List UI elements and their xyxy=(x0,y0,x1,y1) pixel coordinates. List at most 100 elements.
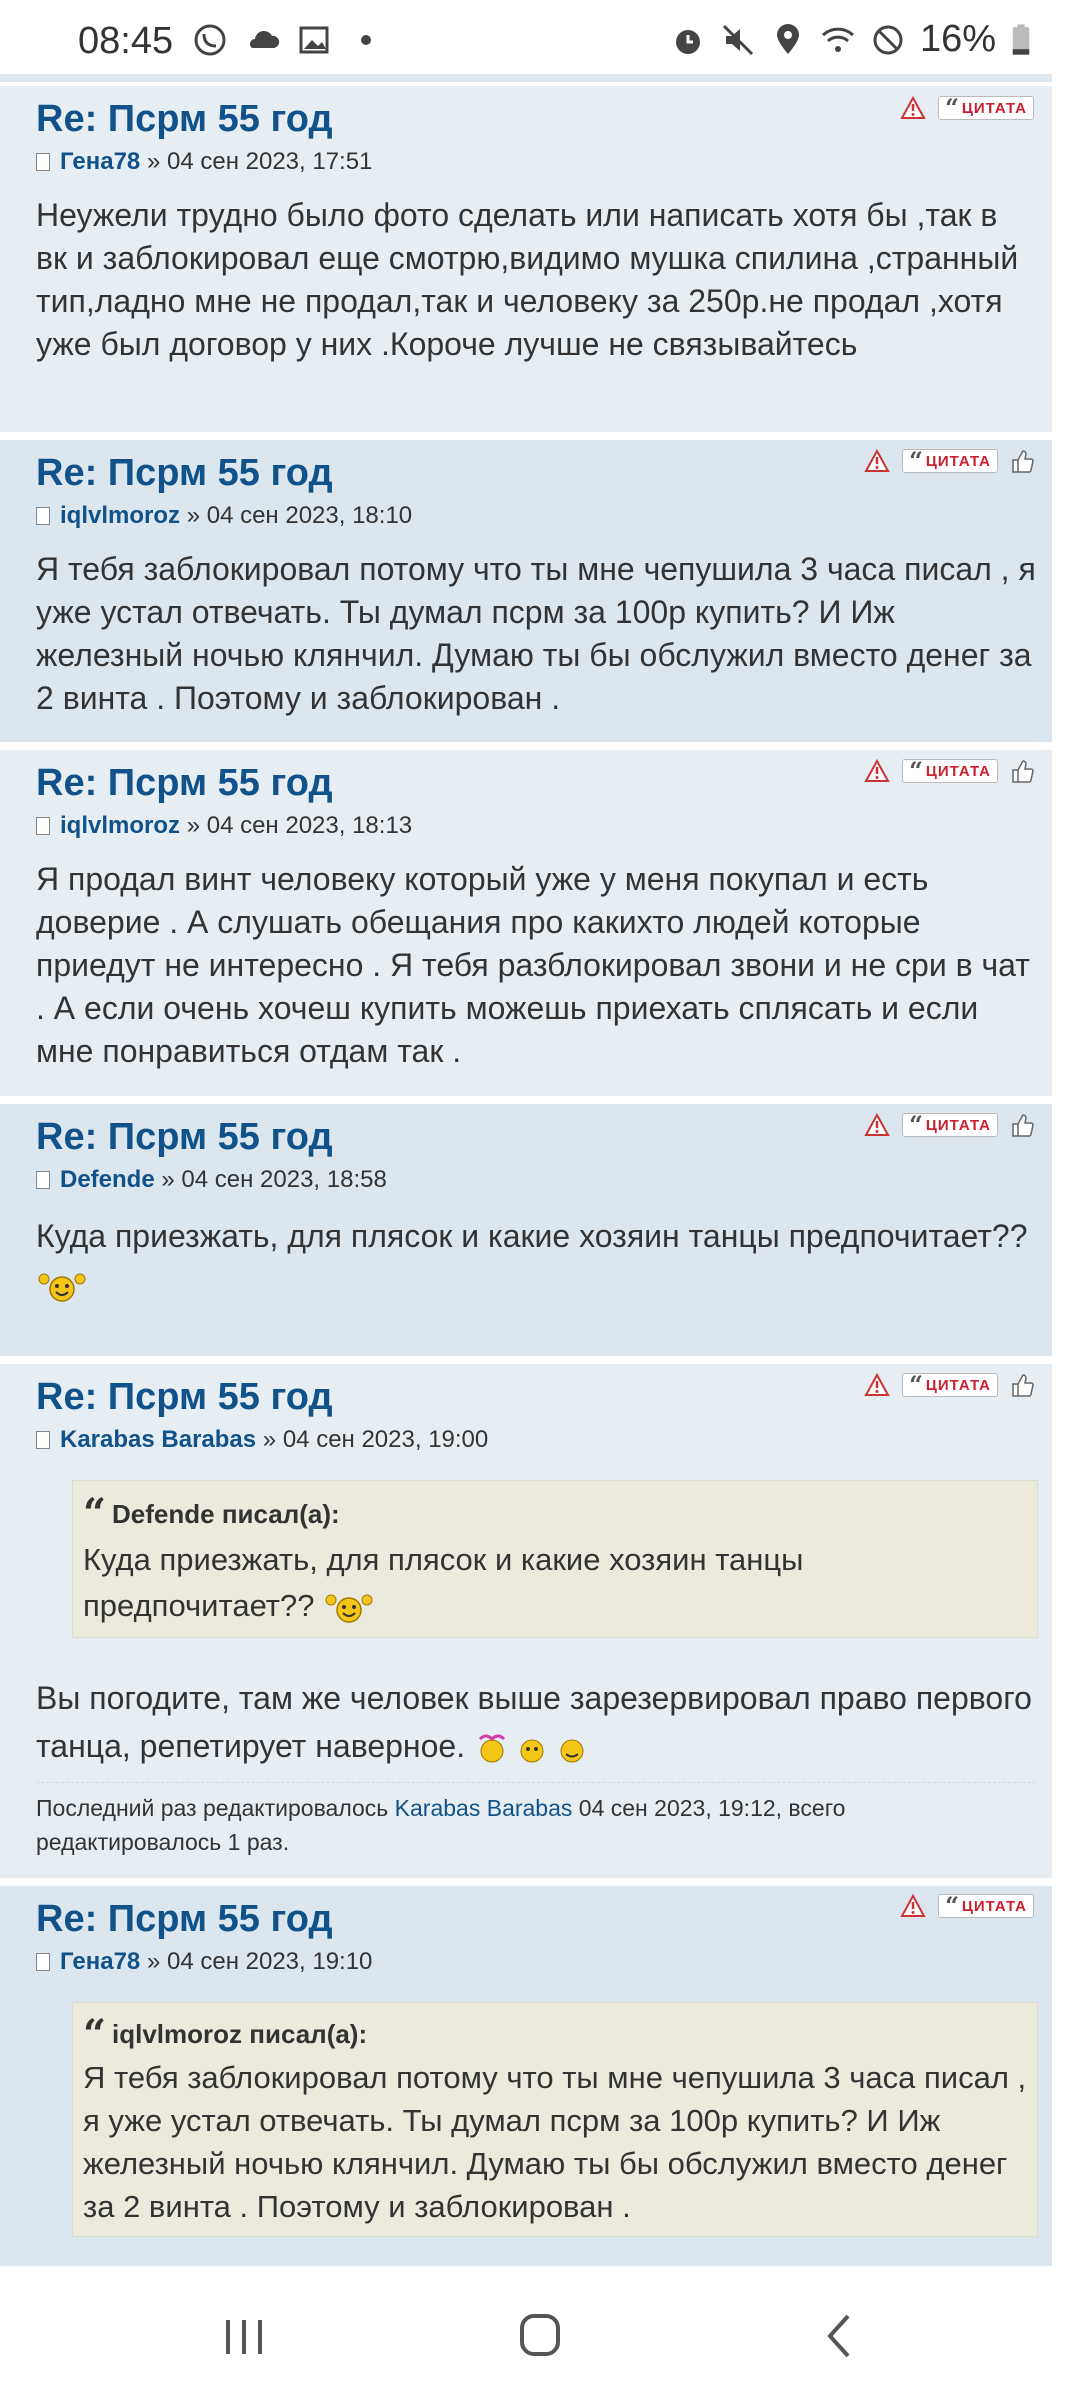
block-icon xyxy=(873,25,903,54)
post-title[interactable]: Re: Псрм 55 год xyxy=(36,762,333,805)
quote-button-label: ЦИТАТА xyxy=(925,452,991,470)
mute-icon xyxy=(722,24,753,55)
post-author[interactable]: Defende xyxy=(60,1166,155,1194)
post: Re: Псрм 55 год “ЦИТАТА Гена78 » 04 сен … xyxy=(0,86,1052,432)
post-title[interactable]: Re: Псрм 55 год xyxy=(36,98,333,141)
meta-separator: » xyxy=(186,812,201,839)
quote-mark-icon: “ xyxy=(909,1370,924,1399)
meta-separator: » xyxy=(146,1948,161,1975)
thumbs-up-icon[interactable] xyxy=(1010,1372,1034,1398)
quote-cite-text: Defende писал(а): xyxy=(112,1499,340,1529)
post: Re: Псрм 55 год “ЦИТАТА iqlvlmoroz » 04 … xyxy=(0,750,1052,1096)
dancing-smiley-icon xyxy=(325,1594,373,1623)
viber-icon xyxy=(194,24,226,56)
post-link-icon[interactable] xyxy=(36,1171,50,1189)
post: Re: Псрм 55 год “ЦИТАТА Гена78 » 04 сен … xyxy=(0,1886,1052,2266)
post-content: Я продал винт человеку который уже у мен… xyxy=(36,861,1030,1069)
thumbs-up-icon[interactable] xyxy=(1010,448,1034,474)
report-icon[interactable] xyxy=(864,1113,890,1137)
meta-separator: » xyxy=(262,1426,277,1453)
location-icon xyxy=(776,23,799,54)
quote-cite-text: iqlvlmoroz писал(а): xyxy=(112,2019,368,2049)
post-date: 04 сен 2023, 17:51 xyxy=(166,148,373,175)
post-actions: “ЦИТАТА xyxy=(864,1112,1034,1138)
alarm-icon xyxy=(675,29,700,54)
home-icon[interactable] xyxy=(500,2306,580,2366)
report-icon[interactable] xyxy=(864,449,890,473)
report-icon[interactable] xyxy=(900,1894,926,1918)
post-actions: “ЦИТАТА xyxy=(900,1894,1034,1918)
dancing-smileys-icon xyxy=(478,1734,584,1763)
quote-mark-icon: “ xyxy=(909,756,924,785)
back-icon[interactable] xyxy=(800,2306,880,2366)
quote-cite: “Defende писал(а): xyxy=(83,1491,1027,1537)
post-meta: iqlvlmoroz » 04 сен 2023, 18:13 xyxy=(36,812,412,840)
quote-button[interactable]: “ЦИТАТА xyxy=(902,449,998,473)
post-actions: “ЦИТАТА xyxy=(864,448,1034,474)
post-link-icon[interactable] xyxy=(36,1953,50,1971)
thumbs-up-icon[interactable] xyxy=(1010,1112,1034,1138)
report-icon[interactable] xyxy=(900,96,926,120)
quote-button[interactable]: “ЦИТАТА xyxy=(902,1373,998,1397)
post-date: 04 сен 2023, 19:00 xyxy=(282,1426,489,1453)
quote-button-label: ЦИТАТА xyxy=(961,1897,1027,1915)
battery-percent: 16% xyxy=(919,18,996,60)
post-meta: Defende » 04 сен 2023, 18:58 xyxy=(36,1166,387,1194)
post-author[interactable]: iqlvlmoroz xyxy=(60,812,180,840)
post-meta: Гена78 » 04 сен 2023, 17:51 xyxy=(36,148,372,176)
post-actions: “ЦИТАТА xyxy=(900,96,1034,120)
post-date: 04 сен 2023, 19:10 xyxy=(166,1948,373,1975)
quote-button-label: ЦИТАТА xyxy=(925,1376,991,1394)
post-link-icon[interactable] xyxy=(36,153,50,171)
quote-button[interactable]: “ЦИТАТА xyxy=(902,1113,998,1137)
image-icon xyxy=(299,26,329,54)
thumbs-up-icon[interactable] xyxy=(1010,758,1034,784)
report-icon[interactable] xyxy=(864,1373,890,1397)
quote-mark-icon: “ xyxy=(83,2010,107,2058)
post-link-icon[interactable] xyxy=(36,507,50,525)
quote-mark-icon: “ xyxy=(945,1891,960,1920)
post: Re: Псрм 55 год “ЦИТАТА iqlvlmoroz » 04 … xyxy=(0,440,1052,742)
meta-separator: » xyxy=(186,502,201,529)
edit-note-author[interactable]: Karabas Barabas xyxy=(395,1795,573,1821)
post-title[interactable]: Re: Псрм 55 год xyxy=(36,1898,333,1941)
quote-text-body: Куда приезжать, для плясок и какие хозяи… xyxy=(83,1542,804,1623)
quote-button[interactable]: “ЦИТАТА xyxy=(938,96,1034,120)
quote-mark-icon: “ xyxy=(909,446,924,475)
blockquote: “iqlvlmoroz писал(а): Я тебя заблокирова… xyxy=(72,2002,1038,2237)
post-link-icon[interactable] xyxy=(36,1431,50,1449)
post-date: 04 сен 2023, 18:58 xyxy=(181,1166,387,1193)
post-title[interactable]: Re: Псрм 55 год xyxy=(36,452,333,495)
post: Re: Псрм 55 год “ЦИТАТА Karabas Barabas … xyxy=(0,1364,1052,1878)
post-title[interactable]: Re: Псрм 55 год xyxy=(36,1116,333,1159)
quote-mark-icon: “ xyxy=(83,1490,107,1537)
wifi-icon xyxy=(821,27,854,52)
top-divider xyxy=(0,74,1052,82)
report-icon[interactable] xyxy=(864,759,890,783)
post-author[interactable]: Karabas Barabas xyxy=(60,1426,256,1454)
edit-note-prefix: Последний раз редактировалось xyxy=(36,1795,389,1821)
quote-text: Я тебя заблокировал потому что ты мне че… xyxy=(83,2060,1027,2224)
quote-button-label: ЦИТАТА xyxy=(925,762,991,780)
post-title[interactable]: Re: Псрм 55 год xyxy=(36,1376,333,1419)
post-author[interactable]: Гена78 xyxy=(60,1948,140,1976)
quote-button[interactable]: “ЦИТАТА xyxy=(902,759,998,783)
post-content: Я тебя заблокировал потому что ты мне че… xyxy=(36,551,1036,716)
post-date: 04 сен 2023, 18:10 xyxy=(206,502,413,529)
quote-button-label: ЦИТАТА xyxy=(961,99,1027,117)
post-author[interactable]: Гена78 xyxy=(60,148,140,176)
edit-note: Последний раз редактировалось Karabas Ba… xyxy=(36,1782,1036,1859)
quote-button[interactable]: “ЦИТАТА xyxy=(938,1894,1034,1918)
quote-cite: “iqlvlmoroz писал(а): xyxy=(83,2013,1027,2056)
quote-button-label: ЦИТАТА xyxy=(925,1116,991,1134)
post-link-icon[interactable] xyxy=(36,817,50,835)
post-date: 04 сен 2023, 18:13 xyxy=(206,812,413,839)
post-content: Вы погодите, там же человек выше зарезер… xyxy=(36,1674,1036,1770)
post-author[interactable]: iqlvlmoroz xyxy=(60,502,180,530)
post-meta: iqlvlmoroz » 04 сен 2023, 18:10 xyxy=(36,502,412,530)
dancing-smiley-icon xyxy=(38,1273,86,1302)
recent-apps-icon[interactable] xyxy=(204,2306,284,2366)
quote-mark-icon: “ xyxy=(909,1110,924,1139)
status-time: 08:45 xyxy=(78,20,174,62)
post-content: Куда приезжать, для плясок и какие хозяи… xyxy=(36,1212,1036,1308)
